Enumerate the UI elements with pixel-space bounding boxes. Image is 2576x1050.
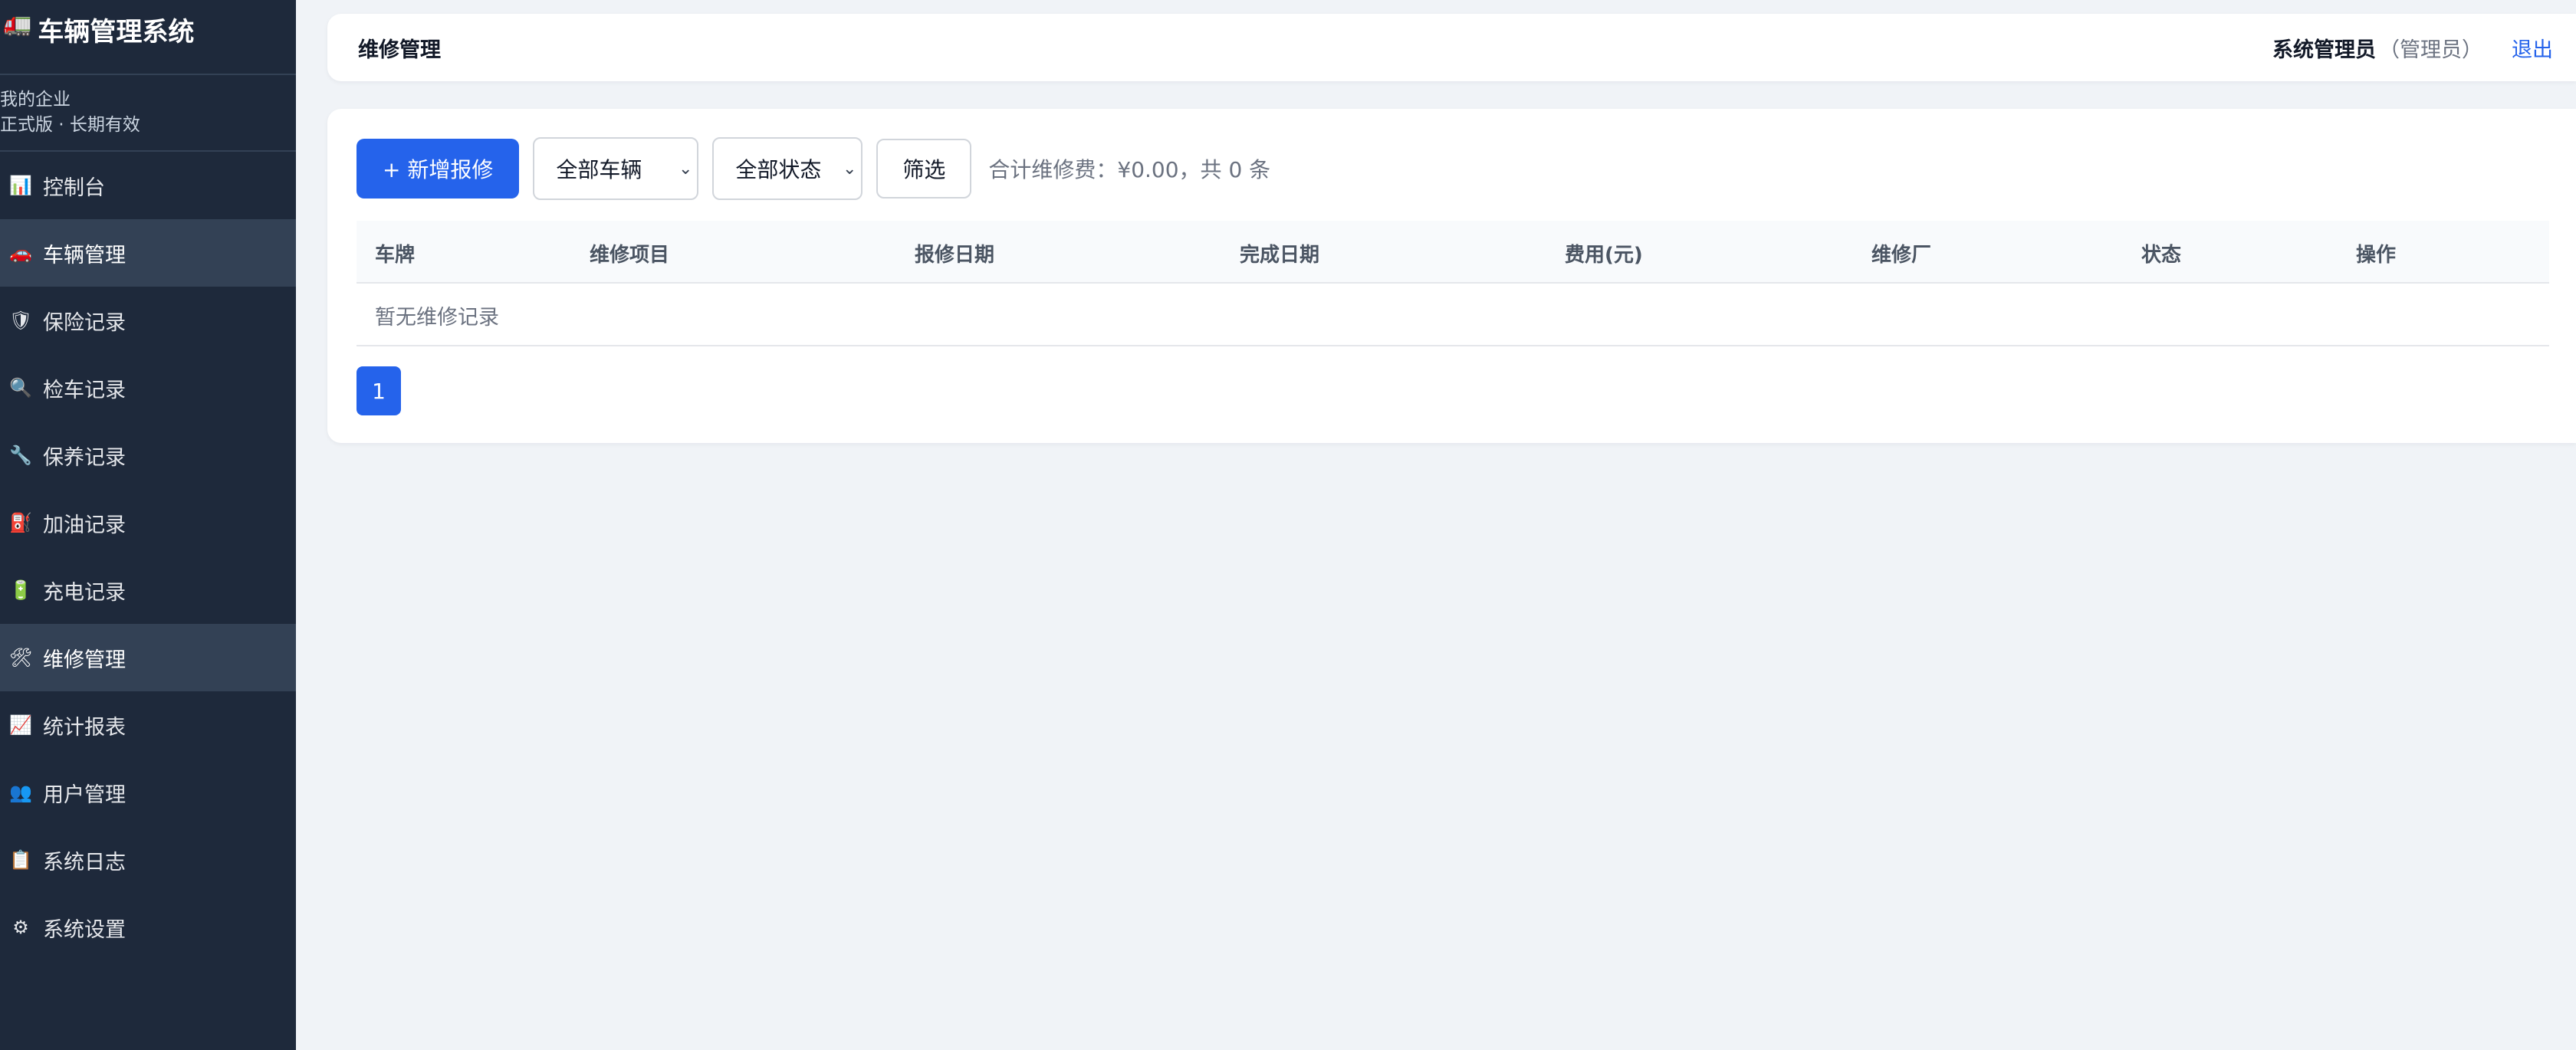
sidebar-item-maintenance[interactable]: 🔧 保养记录	[0, 422, 296, 489]
sidebar-item-charging[interactable]: 🔋 充电记录	[0, 556, 296, 624]
shield-icon: 🛡	[8, 310, 33, 331]
users-icon: 👥	[9, 782, 32, 803]
filter-button[interactable]: 筛选	[876, 139, 972, 199]
wrench-icon: 🔧	[9, 445, 32, 466]
sidebar-item-label: 加油记录	[43, 513, 126, 537]
sidebar-item-users[interactable]: 👥 用户管理	[0, 759, 296, 826]
column-report-date: 报修日期	[915, 244, 995, 267]
company-info: 我的企业 正式版 · 长期有效	[0, 75, 296, 152]
header-bar: 维修管理 系统管理员 （管理员） 退出	[327, 14, 2576, 81]
column-plate: 车牌	[375, 244, 416, 267]
status-select-value: 全部状态	[735, 157, 822, 182]
vehicle-select[interactable]: 全部车辆 ⌄	[533, 137, 699, 200]
bar-chart-icon: 📊	[9, 175, 32, 196]
chevron-down-icon: ⌄	[842, 159, 857, 179]
app-title: 车辆管理系统	[38, 17, 195, 48]
page-title: 维修管理	[358, 38, 441, 62]
truck-icon: 🚛	[3, 11, 32, 38]
sidebar-item-label: 保险记录	[43, 310, 126, 335]
status-select[interactable]: 全部状态 ⌄	[712, 137, 863, 200]
table-header: 车牌 维修项目 报修日期 完成日期 费用(元) 维修厂 状态 操作	[356, 221, 2549, 284]
sidebar: 🚛 车辆管理系统 我的企业 正式版 · 长期有效 📊 控制台 🚗 车辆管理 🛡 …	[0, 0, 296, 1050]
vehicle-select-value: 全部车辆	[556, 157, 642, 182]
column-repair-shop: 维修厂	[1871, 244, 1932, 267]
repair-cost-summary: 合计维修费：¥0.00，共 0 条	[988, 157, 1271, 182]
sidebar-item-label: 车辆管理	[43, 243, 126, 267]
magnifier-icon: 🔍	[9, 377, 32, 399]
sidebar-item-label: 系统设置	[43, 917, 126, 942]
sidebar-item-label: 充电记录	[43, 580, 126, 605]
sidebar-item-label: 用户管理	[43, 783, 126, 807]
battery-icon: 🔋	[9, 579, 32, 601]
logout-link[interactable]: 退出	[2512, 33, 2553, 63]
sidebar-item-settings[interactable]: ⚙ 系统设置	[0, 894, 296, 961]
gear-icon: ⚙	[12, 917, 29, 938]
user-role: （管理员）	[2379, 38, 2482, 62]
repair-panel: + 新增报修 全部车辆 ⌄ 全部状态 ⌄ 筛选 合计维修费：¥0.00，共 0 …	[327, 109, 2576, 443]
hammer-wrench-icon: 🛠	[8, 647, 33, 668]
sidebar-item-label: 统计报表	[43, 715, 126, 740]
sidebar-item-reports[interactable]: 📈 统计报表	[0, 691, 296, 759]
sidebar-item-label: 维修管理	[43, 648, 126, 672]
column-cost: 费用(元)	[1565, 244, 1643, 267]
column-complete-date: 完成日期	[1240, 244, 1320, 267]
chevron-down-icon: ⌄	[678, 159, 693, 179]
sidebar-item-vehicles[interactable]: 🚗 车辆管理	[0, 219, 296, 287]
sidebar-item-label: 保养记录	[43, 445, 126, 470]
sidebar-item-label: 控制台	[43, 176, 105, 200]
car-icon: 🚗	[9, 242, 32, 264]
fuel-pump-icon: ⛽	[9, 512, 32, 533]
company-name: 我的企业	[0, 90, 71, 110]
line-chart-icon: 📈	[9, 714, 32, 736]
sidebar-item-insurance[interactable]: 🛡 保险记录	[0, 287, 296, 354]
column-actions: 操作	[2356, 244, 2397, 267]
brand: 🚛 车辆管理系统	[0, 0, 296, 75]
sidebar-item-inspection[interactable]: 🔍 检车记录	[0, 354, 296, 422]
user-name: 系统管理员	[2272, 38, 2376, 62]
sidebar-item-logs[interactable]: 📋 系统日志	[0, 826, 296, 894]
repair-table: 车牌 维修项目 报修日期 完成日期 费用(元) 维修厂 状态 操作 暂无维修记录	[356, 221, 2549, 346]
sidebar-item-repair[interactable]: 🛠 维修管理	[0, 624, 296, 691]
sidebar-item-label: 系统日志	[43, 850, 126, 874]
toolbar: + 新增报修 全部车辆 ⌄ 全部状态 ⌄ 筛选 合计维修费：¥0.00，共 0 …	[356, 137, 1271, 200]
clipboard-icon: 📋	[9, 849, 32, 871]
sidebar-item-fuel[interactable]: ⛽ 加油记录	[0, 489, 296, 556]
table-empty-row: 暂无维修记录	[356, 284, 2549, 346]
column-repair-item: 维修项目	[590, 244, 670, 267]
empty-message: 暂无维修记录	[375, 306, 499, 330]
sidebar-item-dashboard[interactable]: 📊 控制台	[0, 152, 296, 219]
add-repair-button[interactable]: + 新增报修	[356, 139, 520, 199]
company-plan: 正式版 · 长期有效	[0, 115, 140, 135]
sidebar-item-label: 检车记录	[43, 378, 126, 402]
column-status: 状态	[2141, 244, 2182, 267]
pagination-page-1[interactable]: 1	[356, 366, 401, 415]
